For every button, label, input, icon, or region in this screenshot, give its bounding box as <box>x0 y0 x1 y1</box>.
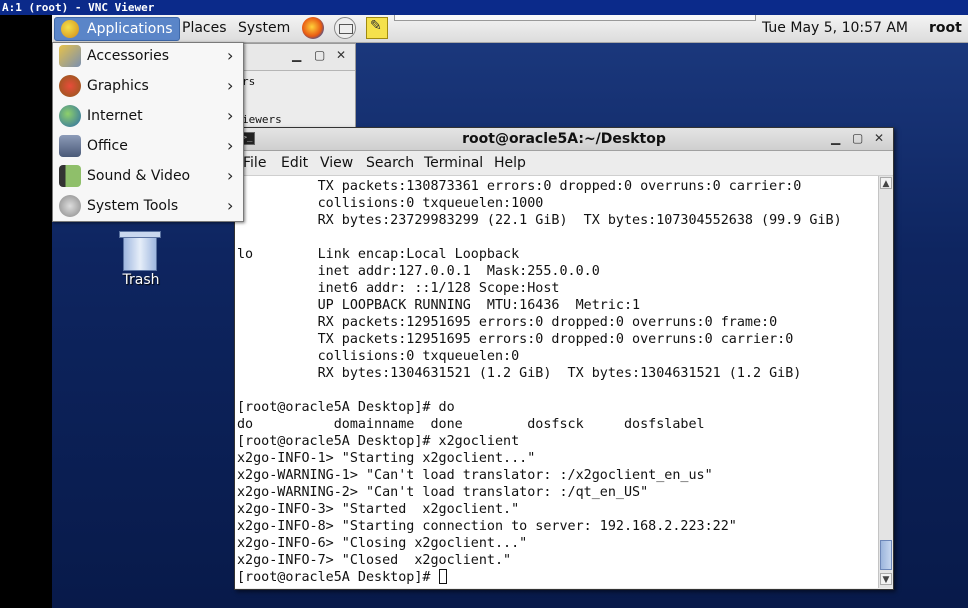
menu-item-internet[interactable]: Internet › <box>53 103 243 133</box>
graphics-icon <box>59 75 81 97</box>
vnc-left-border <box>0 15 52 608</box>
gnome-foot-icon <box>61 20 79 38</box>
menu-edit[interactable]: Edit <box>281 151 308 175</box>
background-window-text: iewers <box>242 113 282 126</box>
window-list-box[interactable] <box>394 15 756 21</box>
system-tools-icon <box>59 195 81 217</box>
trash-label[interactable]: Trash <box>112 272 170 288</box>
accessories-icon <box>59 45 81 67</box>
trash-icon[interactable] <box>119 229 161 271</box>
sound-video-icon <box>59 165 81 187</box>
chevron-right-icon: › <box>227 76 234 95</box>
mail-icon[interactable] <box>334 17 356 39</box>
internet-icon <box>59 105 81 127</box>
places-menu[interactable]: Places <box>176 17 233 39</box>
menu-item-sound-video[interactable]: Sound & Video › <box>53 163 243 193</box>
chevron-right-icon: › <box>227 46 234 65</box>
menu-file[interactable]: File <box>243 151 266 175</box>
menu-item-accessories[interactable]: Accessories › <box>53 43 243 73</box>
chevron-right-icon: › <box>227 106 234 125</box>
clock[interactable]: Tue May 5, 10:57 AM <box>762 17 908 39</box>
menu-view[interactable]: View <box>320 151 353 175</box>
terminal-text: TX packets:130873361 errors:0 dropped:0 … <box>237 179 842 585</box>
system-menu[interactable]: System <box>232 17 296 39</box>
menu-search[interactable]: Search <box>366 151 414 175</box>
close-icon[interactable]: ✕ <box>336 48 346 62</box>
close-icon[interactable]: ✕ <box>874 131 884 145</box>
vnc-window-title: A:1 (root) - VNC Viewer <box>0 0 968 15</box>
maximize-icon[interactable]: ▢ <box>852 131 863 145</box>
terminal-titlebar[interactable]: >_ root@oracle5A:~/Desktop ▁ ▢ ✕ <box>235 128 893 151</box>
applications-menu[interactable]: Applications <box>54 17 180 41</box>
applications-dropdown: Accessories › Graphics › Internet › Offi… <box>52 42 244 222</box>
menu-item-graphics[interactable]: Graphics › <box>53 73 243 103</box>
scroll-up-icon[interactable]: ▲ <box>880 177 892 189</box>
user-name[interactable]: root <box>929 17 962 39</box>
scroll-down-icon[interactable]: ▼ <box>880 573 892 585</box>
applications-label: Applications <box>87 21 173 37</box>
terminal-menubar: File Edit View Search Terminal Help <box>235 151 893 176</box>
terminal-title: root@oracle5A:~/Desktop <box>462 131 666 147</box>
terminal-window[interactable]: >_ root@oracle5A:~/Desktop ▁ ▢ ✕ File Ed… <box>234 127 894 590</box>
firefox-icon[interactable] <box>302 17 324 39</box>
chevron-right-icon: › <box>227 136 234 155</box>
menu-terminal[interactable]: Terminal <box>424 151 483 175</box>
office-icon <box>59 135 81 157</box>
scrollbar-thumb[interactable] <box>880 540 892 570</box>
top-panel: Applications Places System Tue May 5, 10… <box>52 15 968 43</box>
minimize-icon[interactable]: ▁ <box>292 48 301 62</box>
minimize-icon[interactable]: ▁ <box>831 131 840 145</box>
background-window[interactable]: ▁ ▢ ✕ rs iewers <box>235 43 356 133</box>
chevron-right-icon: › <box>227 166 234 185</box>
notes-icon[interactable] <box>366 17 388 39</box>
terminal-scrollbar[interactable]: ▲ ▼ <box>878 176 893 588</box>
maximize-icon[interactable]: ▢ <box>314 48 325 62</box>
terminal-output[interactable]: TX packets:130873361 errors:0 dropped:0 … <box>235 176 878 588</box>
terminal-cursor <box>438 569 447 584</box>
menu-item-system-tools[interactable]: System Tools › <box>53 193 243 223</box>
background-window-titlebar[interactable]: ▁ ▢ ✕ <box>236 44 355 71</box>
chevron-right-icon: › <box>227 196 234 215</box>
menu-item-office[interactable]: Office › <box>53 133 243 163</box>
menu-help[interactable]: Help <box>494 151 526 175</box>
